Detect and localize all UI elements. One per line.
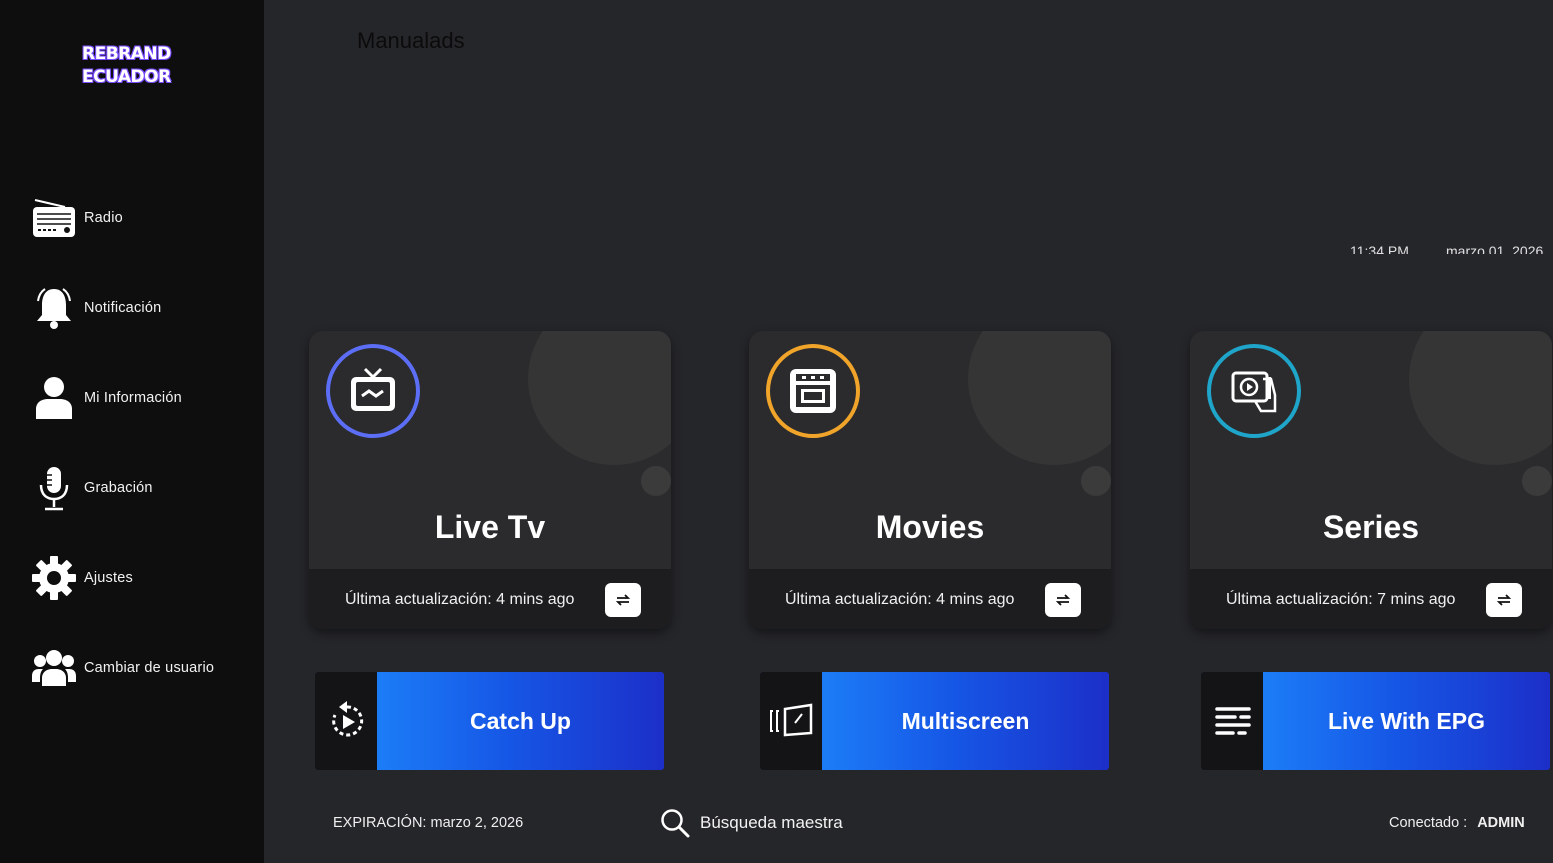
- app-title: Manualads: [357, 28, 465, 53]
- card-movies[interactable]: Movies Última actualización: 4 mins ago: [749, 331, 1111, 629]
- sidebar-item-label: Grabación: [84, 480, 153, 496]
- card-title: Live Tv: [434, 509, 546, 545]
- live-with-epg-button[interactable]: Live With EPG: [1201, 672, 1550, 770]
- card-decoration: [1409, 331, 1552, 465]
- bell-icon: [30, 284, 78, 332]
- refresh-button[interactable]: [605, 583, 641, 617]
- sidebar-item-label: Mi Información: [84, 390, 182, 406]
- epg-list-icon: [1209, 697, 1257, 745]
- microphone-icon: [30, 464, 78, 512]
- last-update-text: Última actualización: 4 mins ago: [785, 591, 1015, 608]
- master-search-button[interactable]: Búsqueda maestra: [660, 806, 843, 840]
- sidebar-item-radio[interactable]: Radio: [30, 193, 250, 243]
- sidebar-item-label: Notificación: [84, 300, 162, 316]
- expiration-date: EXPIRACIÓN: marzo 2, 2026: [333, 815, 524, 831]
- sidebar-item-recording[interactable]: Grabación: [30, 463, 250, 513]
- card-decoration: [641, 466, 671, 496]
- action-label: Multiscreen: [901, 708, 1030, 734]
- tv-icon: [326, 344, 420, 438]
- radio-icon: [30, 194, 78, 242]
- sidebar-item-my-info[interactable]: Mi Información: [30, 373, 250, 423]
- last-update-text: Última actualización: 7 mins ago: [1226, 591, 1456, 608]
- action-label: Live With EPG: [1328, 708, 1485, 734]
- refresh-icon: [1496, 594, 1512, 606]
- card-footer: Última actualización: 4 mins ago: [309, 569, 671, 629]
- sidebar-item-settings[interactable]: Ajustes: [30, 553, 250, 603]
- card-title: Series: [1322, 509, 1420, 545]
- card-title: Movies: [875, 509, 985, 545]
- card-series[interactable]: Series Última actualización: 7 mins ago: [1190, 331, 1552, 629]
- sidebar-item-label: Ajustes: [84, 570, 133, 586]
- sidebar-item-label: Cambiar de usuario: [84, 660, 215, 676]
- brand-logo: REBRAND ECUADOR: [82, 43, 171, 89]
- sidebar-item-notifications[interactable]: Notificación: [30, 283, 250, 333]
- series-play-icon: [1207, 344, 1301, 438]
- connected-label: Conectado :: [1389, 815, 1468, 831]
- card-footer: Última actualización: 7 mins ago: [1190, 569, 1552, 629]
- connection-status: Conectado : ADMIN: [1389, 815, 1525, 831]
- card-decoration: [1522, 466, 1552, 496]
- search-label: Búsqueda maestra: [700, 813, 843, 832]
- multiscreen-button[interactable]: Multiscreen: [760, 672, 1109, 770]
- card-decoration: [1081, 466, 1111, 496]
- card-live-tv[interactable]: Live Tv Última actualización: 4 mins ago: [309, 331, 671, 629]
- refresh-button[interactable]: [1486, 583, 1522, 617]
- search-icon: [661, 809, 690, 838]
- clock: 11:34 PM: [1350, 243, 1409, 254]
- sidebar: REBRAND ECUADOR Radio Notificación Mi In…: [0, 0, 264, 863]
- current-date: marzo 01, 2026: [1446, 243, 1544, 254]
- brand-line-1: REBRAND: [82, 44, 171, 64]
- replay-icon: [323, 697, 371, 745]
- brand-line-2: ECUADOR: [82, 67, 171, 87]
- users-icon: [30, 644, 78, 692]
- refresh-button[interactable]: [1045, 583, 1081, 617]
- sidebar-item-label: Radio: [84, 210, 123, 226]
- connected-user: ADMIN: [1477, 815, 1525, 831]
- last-update-text: Última actualización: 4 mins ago: [345, 591, 575, 608]
- catch-up-button[interactable]: Catch Up: [315, 672, 664, 770]
- refresh-icon: [615, 594, 631, 606]
- multiscreen-icon: [768, 697, 816, 745]
- user-icon: [30, 374, 78, 422]
- action-label: Catch Up: [470, 708, 571, 734]
- gear-icon: [30, 554, 78, 602]
- card-decoration: [968, 331, 1111, 465]
- card-decoration: [528, 331, 671, 465]
- refresh-icon: [1055, 594, 1071, 606]
- cinema-icon: [766, 344, 860, 438]
- card-footer: Última actualización: 4 mins ago: [749, 569, 1111, 629]
- sidebar-item-switch-user[interactable]: Cambiar de usuario: [30, 643, 250, 693]
